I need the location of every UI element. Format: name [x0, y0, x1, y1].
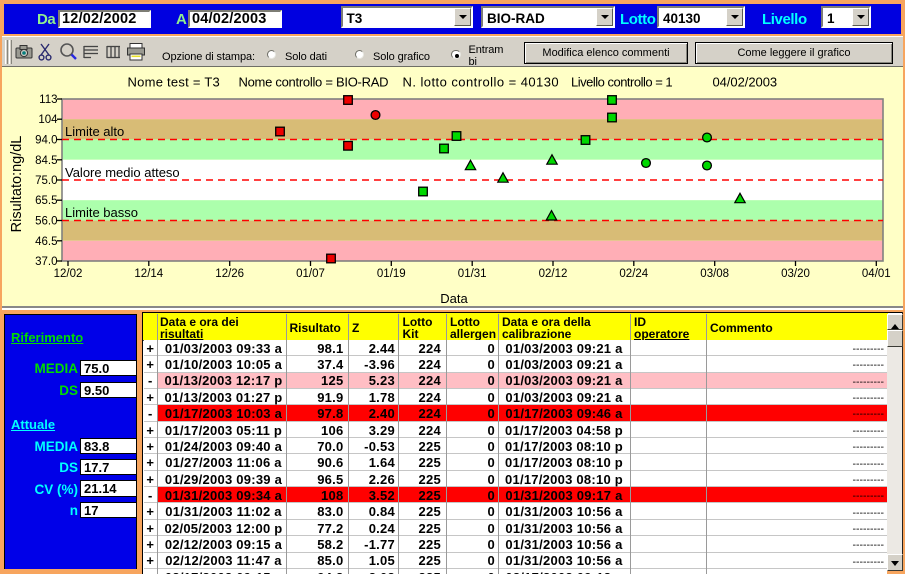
svg-text:Nome controllo = BIO-RAD: Nome controllo = BIO-RAD [239, 75, 389, 90]
svg-text:02/12: 02/12 [539, 268, 568, 280]
svg-text:02/24: 02/24 [619, 268, 648, 280]
svg-text:56.0: 56.0 [35, 216, 57, 228]
svg-text:04/02/2003: 04/02/2003 [713, 75, 778, 90]
svg-text:Risultato:ng/dL: Risultato:ng/dL [9, 136, 25, 233]
svg-text:01/07: 01/07 [296, 268, 325, 280]
svg-text:75.0: 75.0 [35, 175, 57, 187]
svg-text:Valore medio atteso: Valore medio atteso [65, 165, 180, 180]
svg-text:03/08: 03/08 [700, 268, 729, 280]
svg-text:12/02: 12/02 [54, 268, 83, 280]
svg-text:Livello controllo = 1: Livello controllo = 1 [571, 75, 672, 90]
svg-text:46.5: 46.5 [35, 236, 57, 248]
svg-text:12/26: 12/26 [215, 268, 244, 280]
svg-text:03/20: 03/20 [781, 268, 810, 280]
svg-text:04/01: 04/01 [862, 268, 891, 280]
svg-text:Nome test = T3: Nome test = T3 [128, 75, 221, 90]
svg-text:Limite alto: Limite alto [65, 124, 124, 139]
svg-text:37.0: 37.0 [35, 256, 57, 268]
svg-text:94.0: 94.0 [35, 135, 57, 147]
svg-text:104: 104 [38, 114, 58, 126]
svg-text:65.5: 65.5 [35, 195, 57, 207]
svg-text:113: 113 [39, 94, 57, 106]
svg-text:84.5: 84.5 [35, 155, 57, 167]
svg-text:Limite basso: Limite basso [65, 205, 138, 220]
svg-text:12/14: 12/14 [134, 268, 163, 280]
svg-text:Data: Data [440, 291, 468, 306]
svg-text:01/31: 01/31 [458, 268, 487, 280]
svg-text:N. lotto controllo = 40130: N. lotto controllo = 40130 [403, 75, 560, 90]
svg-text:01/19: 01/19 [377, 268, 406, 280]
